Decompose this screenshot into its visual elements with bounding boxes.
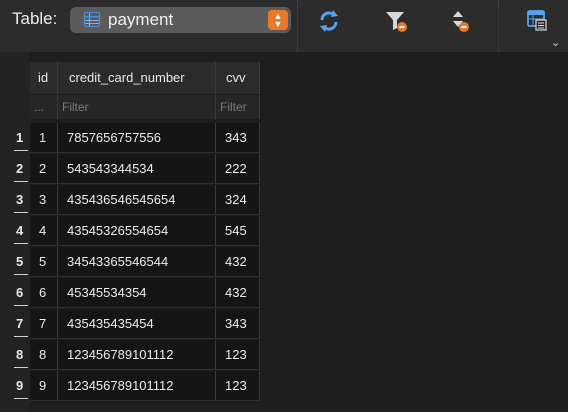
- cell-credit-card-number[interactable]: 435436546545654: [58, 185, 216, 215]
- cell-credit-card-number[interactable]: 543543344534: [58, 154, 216, 184]
- cell-id[interactable]: 2: [30, 154, 58, 184]
- table-select[interactable]: payment ▲ ▼: [70, 7, 291, 33]
- table-name: payment: [108, 10, 174, 29]
- refresh-button[interactable]: [313, 6, 345, 36]
- cell-id[interactable]: 3: [30, 185, 58, 215]
- filter-button[interactable]: [380, 6, 412, 36]
- filter-id-input[interactable]: ...: [30, 95, 58, 119]
- cell-id[interactable]: 1: [30, 123, 58, 153]
- cell-cvv[interactable]: 123: [216, 371, 260, 401]
- toolbar-separator: [498, 0, 499, 52]
- cell-id[interactable]: 9: [30, 371, 58, 401]
- table-icon: [84, 12, 100, 27]
- cell-id[interactable]: 7: [30, 309, 58, 339]
- refresh-icon: [320, 10, 338, 32]
- cell-credit-card-number[interactable]: 435435435454: [58, 309, 216, 339]
- row-number[interactable]: 3: [0, 185, 30, 215]
- row-number[interactable]: 2: [0, 154, 30, 184]
- cell-cvv[interactable]: 545: [216, 216, 260, 246]
- row-number[interactable]: 4: [0, 216, 30, 246]
- cell-credit-card-number[interactable]: 43545326554654: [58, 216, 216, 246]
- table-info-button[interactable]: [522, 6, 554, 36]
- cell-id[interactable]: 6: [30, 278, 58, 308]
- filter-credit-card-number-input[interactable]: Filter: [58, 95, 216, 119]
- toolbar: Table: payment ▲ ▼ ⌄: [0, 0, 568, 53]
- column-header-cvv[interactable]: cvv: [216, 62, 260, 94]
- chevron-down-icon[interactable]: ⌄: [551, 36, 560, 49]
- row-number[interactable]: 1: [0, 123, 30, 153]
- table-row[interactable]: 3 3 435436546545654 324: [0, 185, 568, 216]
- toolbar-separator: [297, 0, 298, 52]
- cell-credit-card-number[interactable]: 7857656757556: [58, 123, 216, 153]
- table-row[interactable]: 7 7 435435435454 343: [0, 309, 568, 340]
- table-row[interactable]: 1 1 7857656757556 343: [0, 123, 568, 154]
- row-number[interactable]: 6: [0, 278, 30, 308]
- filter-icon: [386, 12, 407, 32]
- data-grid: id credit_card_number cvv ... Filter Fil…: [0, 52, 568, 412]
- cell-credit-card-number[interactable]: 34543365546544: [58, 247, 216, 277]
- cell-cvv[interactable]: 432: [216, 247, 260, 277]
- table-row[interactable]: 2 2 543543344534 222: [0, 154, 568, 185]
- cell-cvv[interactable]: 324: [216, 185, 260, 215]
- table-row[interactable]: 8 8 123456789101112 123: [0, 340, 568, 371]
- app-window: Table: payment ▲ ▼ ⌄ id credit_card_numb…: [0, 0, 568, 412]
- cell-credit-card-number[interactable]: 123456789101112: [58, 371, 216, 401]
- cell-cvv[interactable]: 343: [216, 309, 260, 339]
- sort-icon: [453, 11, 469, 32]
- column-header-id[interactable]: id: [30, 62, 58, 94]
- filter-cvv-input[interactable]: Filter: [216, 95, 260, 119]
- row-number[interactable]: 5: [0, 247, 30, 277]
- row-number[interactable]: 8: [0, 340, 30, 370]
- sort-button[interactable]: [443, 6, 475, 36]
- table-label: Table:: [12, 9, 58, 28]
- cell-cvv[interactable]: 222: [216, 154, 260, 184]
- cell-credit-card-number[interactable]: 45345534354: [58, 278, 216, 308]
- cell-cvv[interactable]: 123: [216, 340, 260, 370]
- cell-credit-card-number[interactable]: 123456789101112: [58, 340, 216, 370]
- cell-cvv[interactable]: 343: [216, 123, 260, 153]
- table-info-icon: [527, 10, 547, 31]
- row-number[interactable]: 7: [0, 309, 30, 339]
- stepper-icon[interactable]: ▲ ▼: [268, 10, 288, 30]
- cell-cvv[interactable]: 432: [216, 278, 260, 308]
- column-header-credit-card-number[interactable]: credit_card_number: [58, 62, 216, 94]
- row-number[interactable]: 9: [0, 371, 30, 401]
- table-row[interactable]: 4 4 43545326554654 545: [0, 216, 568, 247]
- table-row[interactable]: 5 5 34543365546544 432: [0, 247, 568, 278]
- table-row[interactable]: 9 9 123456789101112 123: [0, 371, 568, 402]
- cell-id[interactable]: 4: [30, 216, 58, 246]
- table-row[interactable]: 6 6 45345534354 432: [0, 278, 568, 309]
- cell-id[interactable]: 8: [30, 340, 58, 370]
- cell-id[interactable]: 5: [30, 247, 58, 277]
